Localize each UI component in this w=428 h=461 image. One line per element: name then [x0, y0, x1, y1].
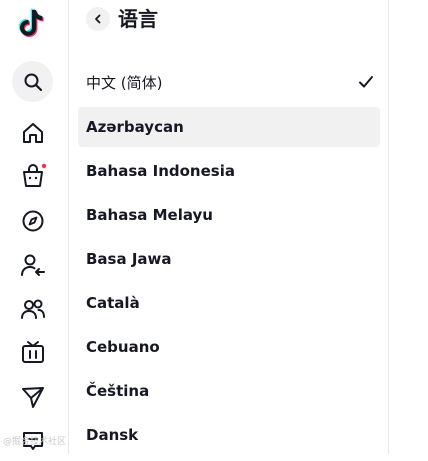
language-label: Basa Jawa: [86, 250, 172, 268]
friends-icon: [20, 299, 45, 319]
back-button[interactable]: [86, 7, 110, 31]
search-icon: [24, 73, 42, 91]
live-button[interactable]: [12, 332, 53, 373]
checkmark-icon: [359, 76, 373, 88]
language-option-zh-hans[interactable]: 中文 (简体): [78, 62, 380, 102]
language-label: 中文 (简体): [86, 73, 163, 92]
friends-button[interactable]: [12, 288, 53, 329]
shop-button[interactable]: [12, 155, 53, 196]
explore-button[interactable]: [12, 200, 53, 241]
search-button[interactable]: [12, 61, 53, 102]
language-option-az[interactable]: Azərbaycan: [78, 107, 380, 147]
tiktok-logo[interactable]: [18, 6, 49, 40]
language-option-da[interactable]: Dansk: [78, 415, 380, 455]
language-label: Cebuano: [86, 338, 160, 356]
language-option-cs[interactable]: Čeština: [78, 371, 380, 411]
language-label: Dansk: [86, 426, 139, 444]
language-label: Català: [86, 294, 140, 312]
language-label: Čeština: [86, 382, 150, 400]
home-button[interactable]: [12, 112, 53, 153]
messages-button[interactable]: [12, 377, 53, 418]
rail-divider: [68, 0, 69, 454]
shop-icon: [22, 163, 46, 187]
language-option-jv[interactable]: Basa Jawa: [78, 239, 380, 279]
explore-icon: [22, 210, 43, 231]
following-button[interactable]: [12, 244, 53, 285]
watermark: @掘金技术社区: [3, 437, 67, 447]
home-icon: [22, 122, 43, 143]
notification-dot: [41, 163, 46, 168]
language-option-ceb[interactable]: Cebuano: [78, 327, 380, 367]
language-label: Azərbaycan: [86, 118, 184, 136]
language-label: Bahasa Indonesia: [86, 162, 235, 180]
following-icon: [20, 254, 45, 276]
sidebar-rail: [0, 0, 68, 454]
live-icon: [21, 340, 44, 363]
language-option-id[interactable]: Bahasa Indonesia: [78, 151, 380, 191]
language-label: Bahasa Melayu: [86, 206, 213, 224]
page-title: 语言: [118, 7, 158, 31]
language-option-ms[interactable]: Bahasa Melayu: [78, 195, 380, 235]
chevron-left-icon: [95, 14, 101, 24]
messages-icon: [21, 386, 44, 408]
language-option-ca[interactable]: Català: [78, 283, 380, 323]
panel-right-border: [388, 0, 389, 454]
